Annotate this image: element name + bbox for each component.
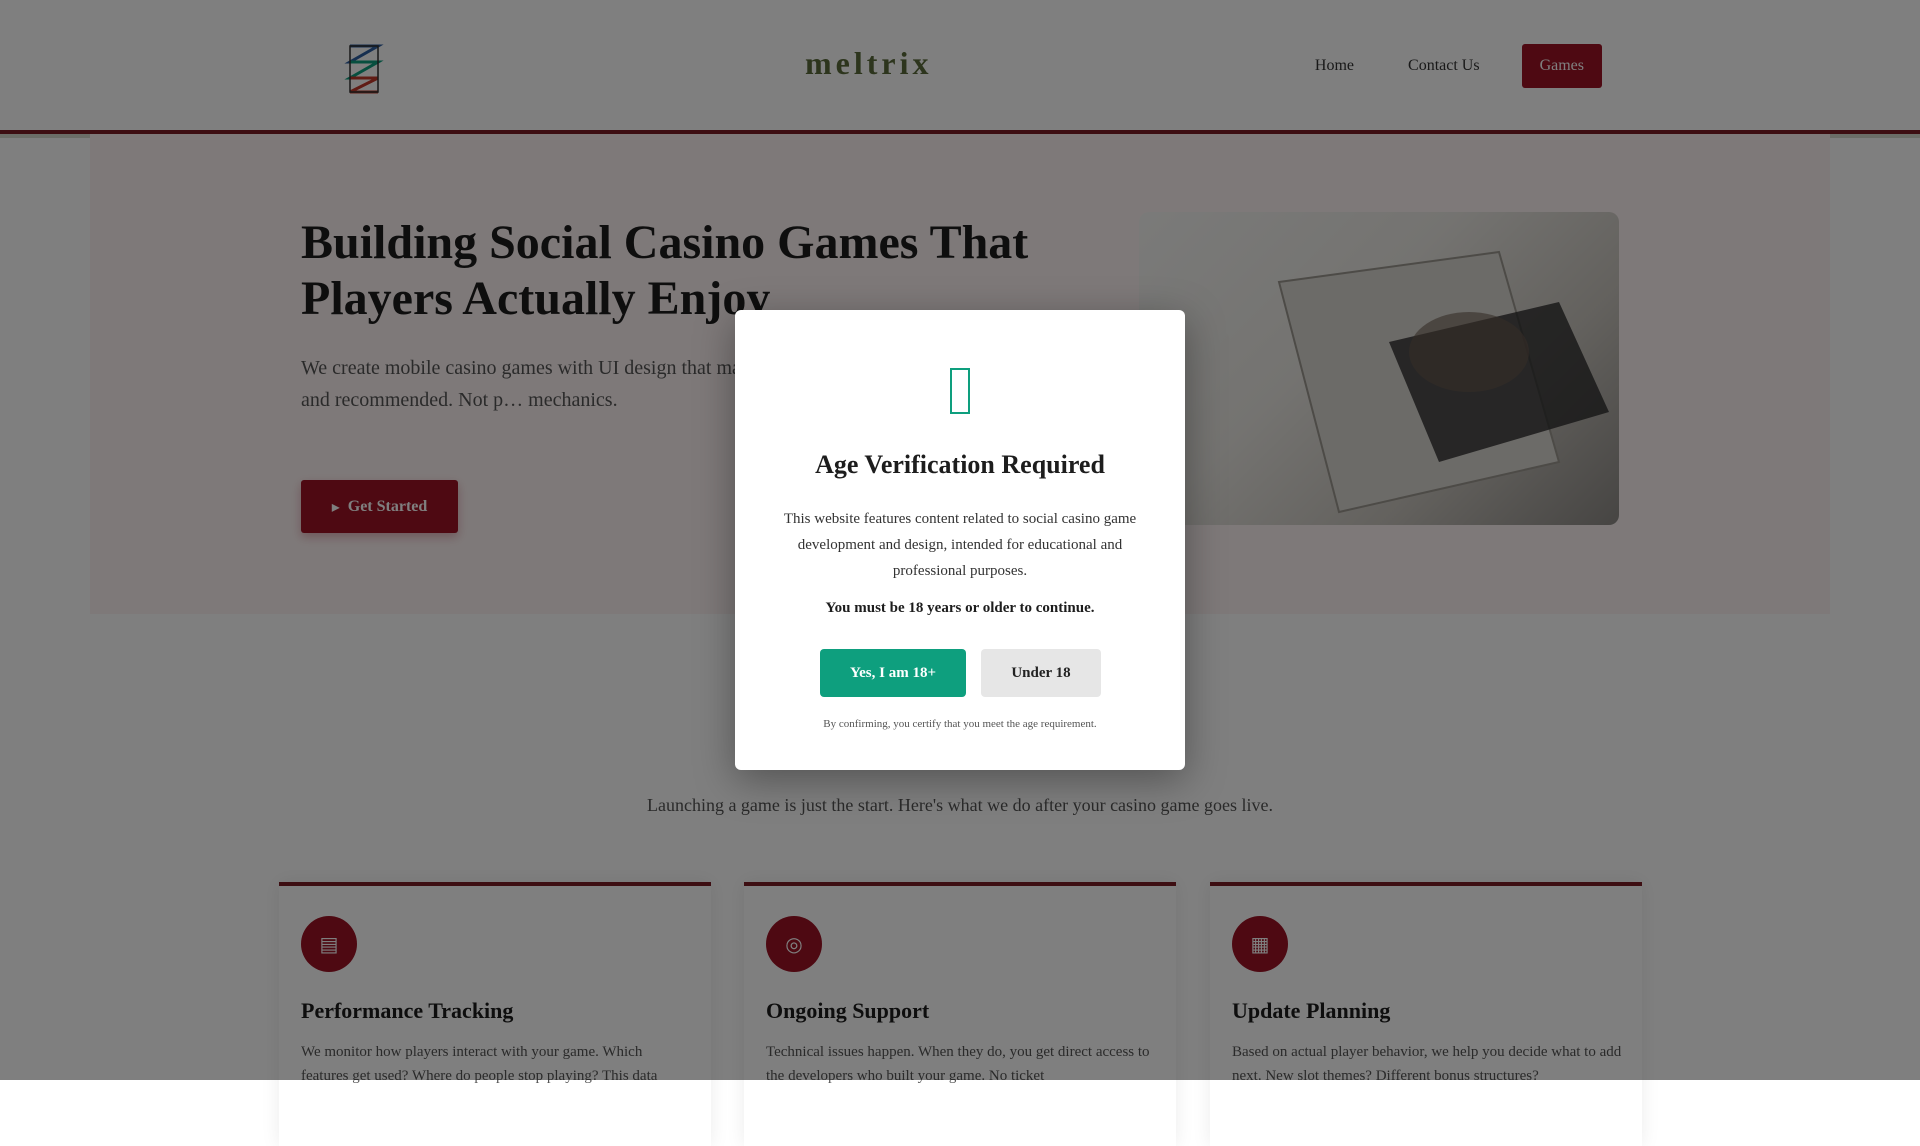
modal-title: Age Verification Required bbox=[815, 450, 1105, 479]
confirm-age-button[interactable]: Yes, I am 18+ bbox=[820, 649, 966, 697]
warning-icon bbox=[735, 368, 1185, 427]
age-requirement-text: You must be 18 years or older to continu… bbox=[825, 600, 1095, 616]
modal-description: This website features content related to… bbox=[783, 511, 1137, 579]
under-18-button[interactable]: Under 18 bbox=[981, 649, 1101, 697]
modal-footer-note: By confirming, you certify that you meet… bbox=[823, 718, 1097, 730]
age-verification-modal: Age Verification Required This website f… bbox=[735, 310, 1185, 770]
